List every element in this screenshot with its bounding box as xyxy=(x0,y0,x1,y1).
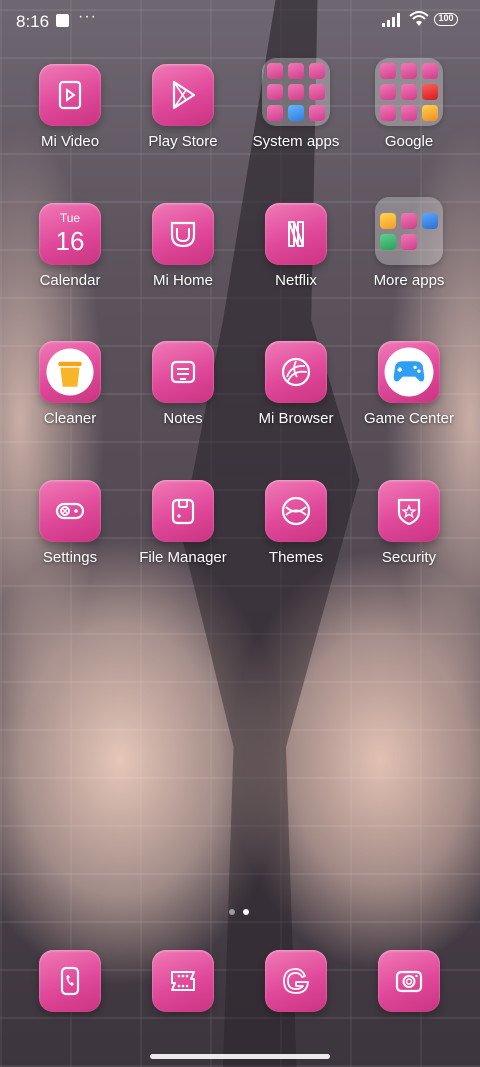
themes-icon xyxy=(265,480,327,542)
app-game-center[interactable]: Game Center xyxy=(354,341,464,427)
app-label: Mi Home xyxy=(152,272,213,289)
app-label: System apps xyxy=(252,133,340,150)
app-label: Play Store xyxy=(148,133,218,150)
trash-icon xyxy=(39,341,101,403)
app-label: Cleaner xyxy=(43,410,97,427)
signal-icon xyxy=(382,13,400,27)
app-label: Google xyxy=(384,133,434,150)
app-play-store[interactable]: Play Store xyxy=(128,64,238,150)
folder-icon xyxy=(262,58,330,126)
app-label: File Manager xyxy=(139,549,227,566)
battery-level: 100 xyxy=(438,13,454,23)
calendar-icon: Tue 16 xyxy=(39,203,101,265)
app-cleaner[interactable]: Cleaner xyxy=(15,341,125,427)
app-label: Mi Video xyxy=(40,133,100,150)
folder-file-icon xyxy=(152,480,214,542)
folder-more-apps[interactable]: More apps xyxy=(354,197,464,289)
wifi-icon xyxy=(409,11,429,26)
dock-phone[interactable] xyxy=(15,950,125,1012)
folder-icon xyxy=(375,197,443,265)
browser-icon xyxy=(265,341,327,403)
app-notes[interactable]: Notes xyxy=(128,341,238,427)
app-label: Notes xyxy=(163,410,203,427)
folder-icon xyxy=(375,58,443,126)
calendar-day: Tue xyxy=(59,211,81,225)
phone-icon xyxy=(39,950,101,1012)
page-dot-active[interactable] xyxy=(243,909,249,915)
dock-camera[interactable] xyxy=(354,950,464,1012)
app-label: Netflix xyxy=(275,272,317,289)
message-icon xyxy=(152,950,214,1012)
mi-home-icon xyxy=(152,203,214,265)
toggle-icon xyxy=(39,480,101,542)
app-mi-browser[interactable]: Mi Browser xyxy=(241,341,351,427)
home-gesture-bar[interactable] xyxy=(150,1054,330,1059)
folder-system-apps[interactable]: System apps xyxy=(241,58,351,150)
video-icon xyxy=(39,64,101,126)
notification-icon xyxy=(56,14,69,27)
app-themes[interactable]: Themes xyxy=(241,480,351,566)
notes-icon xyxy=(152,341,214,403)
status-time: 8:16 xyxy=(16,12,50,31)
app-settings[interactable]: Settings xyxy=(15,480,125,566)
camera-icon xyxy=(378,950,440,1012)
app-calendar[interactable]: Tue 16 Calendar xyxy=(15,203,125,289)
calendar-date: 16 xyxy=(55,226,85,256)
app-label: More apps xyxy=(373,272,445,289)
app-label: Themes xyxy=(268,549,324,566)
app-label: Mi Browser xyxy=(258,410,334,427)
app-netflix[interactable]: Netflix xyxy=(241,203,351,289)
page-indicator[interactable] xyxy=(229,909,253,917)
shield-icon xyxy=(378,480,440,542)
play-icon xyxy=(152,64,214,126)
app-security[interactable]: Security xyxy=(354,480,464,566)
status-bar: 8:16 ··· 100 xyxy=(0,0,480,42)
folder-google[interactable]: Google xyxy=(354,58,464,150)
app-label: Settings xyxy=(42,549,98,566)
app-mi-video[interactable]: Mi Video xyxy=(15,64,125,150)
app-label: Calendar xyxy=(39,272,101,289)
app-label: Game Center xyxy=(363,410,455,427)
dock-messages[interactable] xyxy=(128,950,238,1012)
app-label: Security xyxy=(381,549,437,566)
page-dot[interactable] xyxy=(229,909,235,915)
google-g-icon xyxy=(265,950,327,1012)
battery-icon: 100 xyxy=(434,13,458,26)
app-file-manager[interactable]: File Manager xyxy=(128,480,238,566)
gamepad-icon xyxy=(378,341,440,403)
dock-google[interactable] xyxy=(241,950,351,1012)
more-notifications-icon: ··· xyxy=(78,8,97,25)
netflix-icon xyxy=(265,203,327,265)
app-mi-home[interactable]: Mi Home xyxy=(128,203,238,289)
